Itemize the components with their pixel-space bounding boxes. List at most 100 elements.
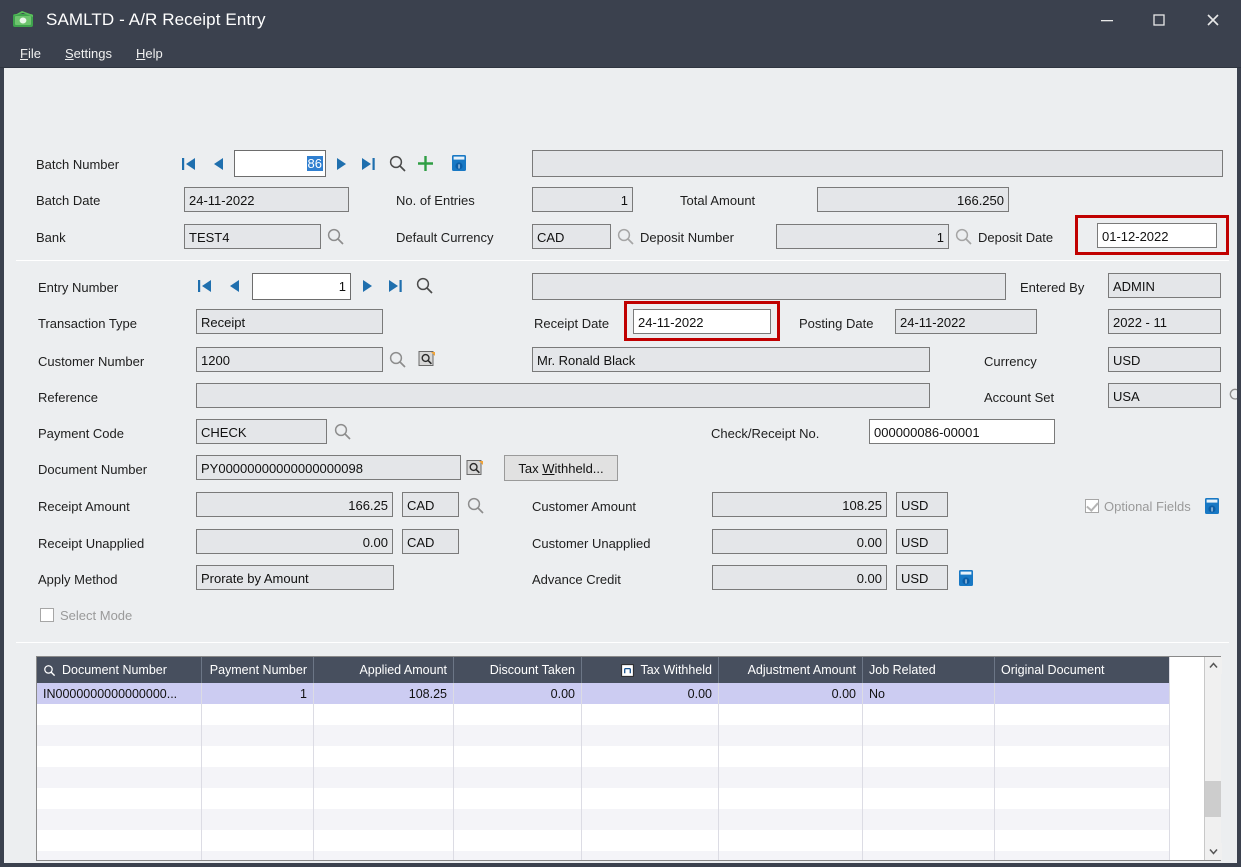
menu-file[interactable]: File xyxy=(8,43,53,64)
table-cell[interactable] xyxy=(582,725,719,746)
apply-method-select[interactable]: Prorate by Amount xyxy=(196,565,394,590)
table-cell[interactable] xyxy=(995,788,1126,809)
menu-settings[interactable]: Settings xyxy=(53,43,124,64)
table-cell[interactable] xyxy=(863,746,995,767)
table-cell[interactable] xyxy=(314,851,454,861)
bank-finder-search-icon[interactable] xyxy=(326,227,345,246)
table-cell[interactable] xyxy=(582,788,719,809)
table-cell[interactable] xyxy=(37,830,202,851)
batch-new-plus-icon[interactable] xyxy=(416,154,435,173)
table-cell[interactable] xyxy=(719,830,863,851)
table-cell[interactable] xyxy=(995,746,1126,767)
maximize-icon[interactable] xyxy=(1133,0,1185,40)
table-cell[interactable] xyxy=(582,746,719,767)
grid-column-header[interactable]: Discount Taken xyxy=(454,657,582,683)
table-cell[interactable] xyxy=(863,788,995,809)
reference-input[interactable] xyxy=(196,383,930,408)
customer-number-input[interactable]: 1200 xyxy=(196,347,383,372)
table-cell[interactable]: 1 xyxy=(202,683,314,704)
table-cell[interactable] xyxy=(314,767,454,788)
table-cell[interactable] xyxy=(454,746,582,767)
deposit-number-finder-search-icon[interactable] xyxy=(954,227,973,246)
table-cell[interactable] xyxy=(719,851,863,861)
customer-number-finder-search-icon[interactable] xyxy=(388,350,407,369)
table-cell[interactable]: 0.00 xyxy=(582,683,719,704)
transaction-type-select[interactable]: Receipt xyxy=(196,309,383,334)
select-mode-checkbox[interactable] xyxy=(40,608,54,622)
deposit-date-input[interactable]: 01-12-2022 xyxy=(1097,223,1217,248)
table-cell[interactable] xyxy=(37,851,202,861)
table-cell[interactable] xyxy=(995,830,1126,851)
grid-column-header[interactable]: Original Document xyxy=(995,657,1126,683)
grid-column-header[interactable]: Applied Amount xyxy=(314,657,454,683)
search-icon[interactable] xyxy=(43,664,56,677)
entry-previous-button[interactable] xyxy=(226,278,242,294)
table-cell[interactable] xyxy=(37,809,202,830)
batch-last-button[interactable] xyxy=(359,156,377,172)
table-cell[interactable] xyxy=(202,830,314,851)
table-cell[interactable] xyxy=(202,767,314,788)
entry-last-button[interactable] xyxy=(386,278,404,294)
tax-withheld-button[interactable]: Tax Withheld... xyxy=(504,455,618,481)
table-row[interactable] xyxy=(37,851,1220,861)
batch-finder-search-icon[interactable] xyxy=(388,154,407,173)
table-cell[interactable] xyxy=(995,767,1126,788)
table-cell[interactable] xyxy=(582,851,719,861)
table-cell[interactable] xyxy=(582,809,719,830)
table-cell[interactable] xyxy=(314,725,454,746)
table-cell[interactable]: 0.00 xyxy=(454,683,582,704)
payment-code-input[interactable]: CHECK xyxy=(196,419,327,444)
table-cell[interactable] xyxy=(995,683,1126,704)
table-cell[interactable] xyxy=(995,725,1126,746)
table-cell[interactable] xyxy=(863,830,995,851)
table-cell[interactable] xyxy=(719,767,863,788)
batch-number-input[interactable]: 86 xyxy=(234,150,326,177)
check-receipt-no-input[interactable]: 000000086-00001 xyxy=(869,419,1055,444)
table-cell[interactable] xyxy=(314,788,454,809)
grid-scroll-up-button[interactable] xyxy=(1205,657,1222,674)
table-cell[interactable] xyxy=(719,788,863,809)
grid-column-header[interactable]: Payment Number xyxy=(202,657,314,683)
table-cell[interactable] xyxy=(37,746,202,767)
table-cell[interactable] xyxy=(314,704,454,725)
table-cell[interactable] xyxy=(37,725,202,746)
table-cell[interactable] xyxy=(863,767,995,788)
entry-finder-search-icon[interactable] xyxy=(415,276,434,295)
grid-column-header[interactable]: Job Related xyxy=(863,657,995,683)
table-cell[interactable] xyxy=(202,788,314,809)
receipt-amount-finder-search-icon[interactable] xyxy=(466,496,485,515)
close-icon[interactable] xyxy=(1185,0,1241,40)
table-cell[interactable] xyxy=(454,851,582,861)
table-cell[interactable] xyxy=(202,746,314,767)
table-cell[interactable] xyxy=(37,788,202,809)
grid-scroll-thumb[interactable] xyxy=(1205,781,1221,817)
table-cell[interactable] xyxy=(454,809,582,830)
table-row[interactable] xyxy=(37,725,1220,746)
table-row[interactable]: IN0000000000000000...1108.250.000.000.00… xyxy=(37,683,1220,704)
table-cell[interactable] xyxy=(314,746,454,767)
table-cell[interactable] xyxy=(863,851,995,861)
grid-column-header[interactable]: Document Number xyxy=(37,657,202,683)
table-cell[interactable] xyxy=(314,809,454,830)
table-cell[interactable] xyxy=(719,704,863,725)
table-cell[interactable] xyxy=(454,725,582,746)
batch-next-button[interactable] xyxy=(334,156,350,172)
table-cell[interactable] xyxy=(582,704,719,725)
minimize-icon[interactable] xyxy=(1081,0,1133,40)
grid-column-header[interactable]: Tax Withheld xyxy=(582,657,719,683)
grid-scroll-down-button[interactable] xyxy=(1205,843,1222,860)
grid-vertical-scrollbar[interactable] xyxy=(1204,657,1221,860)
table-cell[interactable] xyxy=(454,767,582,788)
entry-first-button[interactable] xyxy=(196,278,214,294)
table-cell[interactable] xyxy=(202,725,314,746)
account-set-input[interactable]: USA xyxy=(1108,383,1221,408)
grid-body[interactable]: IN0000000000000000...1108.250.000.000.00… xyxy=(37,683,1220,861)
table-cell[interactable] xyxy=(454,704,582,725)
default-currency-finder-search-icon[interactable] xyxy=(616,227,635,246)
table-cell[interactable] xyxy=(863,725,995,746)
optional-fields-drilldown-icon[interactable]: i xyxy=(1203,496,1221,516)
table-row[interactable] xyxy=(37,767,1220,788)
table-cell[interactable] xyxy=(719,809,863,830)
account-set-finder-search-icon[interactable] xyxy=(1228,386,1241,405)
table-cell[interactable] xyxy=(863,704,995,725)
